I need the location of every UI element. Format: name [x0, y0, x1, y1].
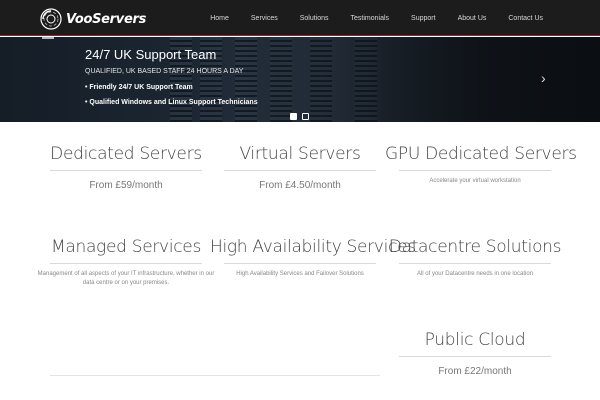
hero-slider: 24/7 UK Support Team QUALIFIED, UK BASED… — [0, 37, 600, 122]
service-description: Accelerate your virtual workstation — [429, 178, 521, 184]
service-public-cloud[interactable]: Public Cloud From £22/month — [385, 330, 565, 377]
hero-bullet: • Friendly 24/7 UK Support Team — [85, 84, 193, 91]
nav-home[interactable]: Home — [210, 15, 229, 22]
divider — [224, 263, 376, 264]
service-title[interactable]: Public Cloud — [385, 330, 565, 350]
service-title[interactable]: Virtual Servers — [210, 144, 390, 164]
service-gpu-dedicated-servers[interactable]: GPU Dedicated Servers Accelerate your vi… — [385, 144, 577, 186]
divider — [399, 263, 551, 264]
divider — [50, 170, 202, 171]
nav-about-us[interactable]: About Us — [458, 15, 487, 22]
service-price: From £22/month — [438, 366, 512, 377]
service-price: From £4.50/month — [259, 180, 341, 191]
top-navbar: VooServers Home Services Solutions Testi… — [0, 0, 600, 36]
nav-services[interactable]: Services — [251, 15, 278, 22]
divider — [399, 170, 551, 171]
hero-subtitle: QUALIFIED, UK BASED STAFF 24 HOURS A DAY — [85, 68, 244, 75]
service-high-availability[interactable]: High Availability Services High Availabi… — [210, 237, 416, 279]
service-title[interactable]: Managed Services — [36, 237, 216, 257]
service-managed-services[interactable]: Managed Services Management of all aspec… — [36, 237, 216, 288]
divider — [224, 170, 376, 171]
hero-bullet: • Qualified Windows and Linux Support Te… — [85, 99, 258, 106]
section-divider — [50, 375, 380, 376]
hero-title: 24/7 UK Support Team — [85, 47, 217, 62]
service-description: High Availability Services and Failover … — [236, 271, 364, 277]
divider — [399, 356, 551, 357]
chevron-right-icon[interactable]: › — [541, 71, 546, 85]
slide-dot-2[interactable] — [302, 113, 309, 120]
brand-logo[interactable]: VooServers — [40, 8, 146, 30]
nav-support[interactable]: Support — [411, 15, 436, 22]
service-title[interactable]: Dedicated Servers — [36, 144, 216, 164]
service-description: All of your Datacentre needs in one loca… — [416, 271, 534, 277]
service-title[interactable]: Datacentre Solutions — [385, 237, 565, 257]
service-datacentre-solutions[interactable]: Datacentre Solutions All of your Datacen… — [385, 237, 565, 279]
brand-name: VooServers — [66, 11, 147, 27]
nav-solutions[interactable]: Solutions — [300, 15, 329, 22]
service-price: From £59/month — [89, 180, 163, 191]
service-title[interactable]: GPU Dedicated Servers — [385, 144, 577, 164]
main-menu: Home Services Solutions Testimonials Sup… — [210, 0, 543, 36]
service-virtual-servers[interactable]: Virtual Servers From £4.50/month — [210, 144, 390, 191]
nav-testimonials[interactable]: Testimonials — [351, 15, 390, 22]
service-dedicated-servers[interactable]: Dedicated Servers From £59/month — [36, 144, 216, 191]
service-title[interactable]: High Availability Services — [210, 237, 416, 257]
slide-dot-1[interactable] — [290, 113, 297, 120]
vooservers-logo-icon — [40, 8, 62, 30]
slider-progress-bar — [42, 37, 54, 39]
service-description: Management of all aspects of your IT inf… — [37, 271, 215, 286]
divider — [50, 263, 202, 264]
nav-contact-us[interactable]: Contact Us — [508, 15, 543, 22]
